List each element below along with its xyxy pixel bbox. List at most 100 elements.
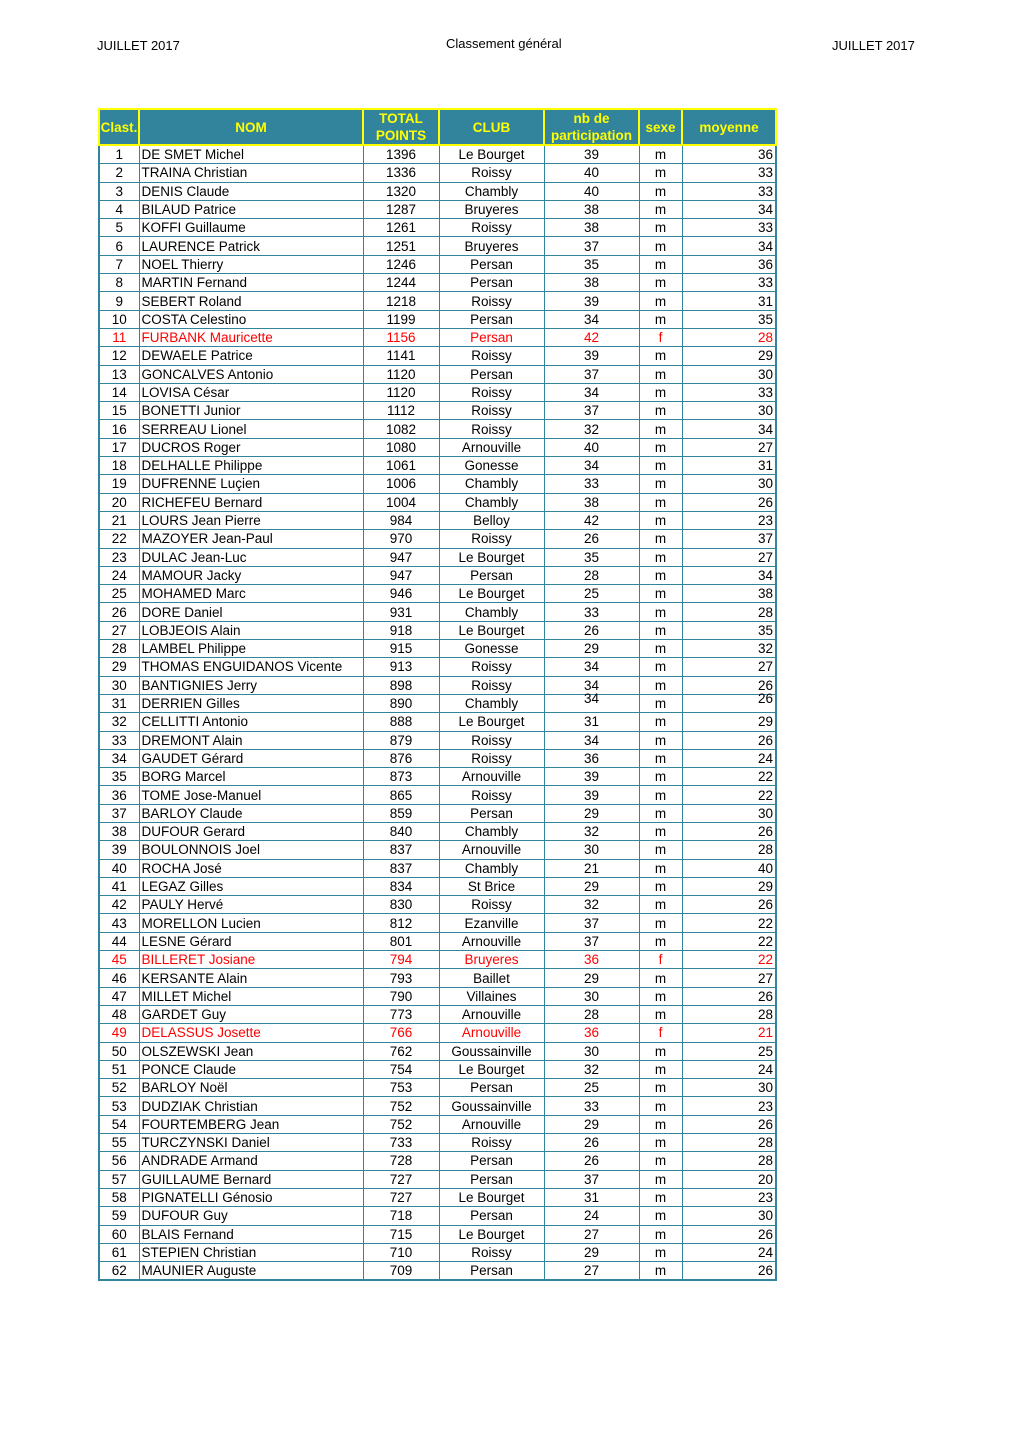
cell-name-value: MAZOYER Jean-Paul [141, 531, 273, 547]
cell-name: DUCROS Roger [138, 437, 364, 458]
cell-club: Persan [438, 1169, 545, 1189]
cell-sex: m [638, 968, 683, 988]
cell-name-value: TRAINA Christian [141, 165, 248, 181]
table-row: 9 SEBERT Roland 1218 Roissy 39 m 31 [98, 291, 777, 311]
cell-participation-value: 26 [583, 622, 600, 638]
cell-average-value: 22 [757, 769, 773, 785]
cell-points: 1141 [362, 346, 440, 366]
cell-rank-value: 21 [111, 513, 127, 529]
cell-sex-value: m [654, 805, 667, 821]
cell-club-value: Chambly [464, 860, 519, 876]
cell-club: Arnouville [438, 437, 545, 458]
cell-average-value: 27 [757, 549, 773, 565]
cell-rank: 35 [98, 767, 140, 787]
cell-sex: m [638, 346, 683, 366]
cell-points-value: 913 [389, 659, 413, 675]
cell-name: NOEL Thierry [138, 254, 364, 275]
cell-participation: 31 [543, 1187, 640, 1208]
cell-average-value: 26 [757, 1263, 773, 1279]
table-row: 21 LOURS Jean Pierre 984 Belloy 42 m 23 [98, 510, 777, 531]
cell-rank-value: 30 [111, 677, 127, 693]
page-header: JUILLET 2017 Classement général JUILLET … [0, 36, 1020, 56]
cell-sex-value: m [654, 549, 667, 565]
cell-name-value: DEWAELE Patrice [141, 348, 253, 364]
cell-participation-value: 34 [583, 732, 600, 748]
cell-participation-value: 21 [583, 860, 600, 876]
cell-name: DE SMET Michel [138, 144, 364, 165]
cell-club-value: Roissy [471, 421, 512, 437]
cell-points: 1246 [362, 254, 440, 275]
cell-rank-value: 46 [111, 970, 127, 986]
cell-club: Le Bourget [438, 620, 545, 641]
cell-club-value: Persan [470, 311, 513, 327]
cell-average: 24 [681, 1242, 777, 1263]
cell-club: Gonesse [438, 639, 545, 659]
cell-name: DUFRENNE Luçien [138, 474, 364, 494]
cell-name-value: BONETTI Junior [141, 403, 241, 419]
cell-sex-value: m [654, 1208, 667, 1224]
cell-average-value: 28 [757, 842, 773, 858]
table-row: 23 DULAC Jean-Luc 947 Le Bourget 35 m 27 [98, 547, 777, 567]
table-row: 52 BARLOY Noël 753 Persan 25 m 30 [98, 1078, 777, 1098]
cell-points-value: 898 [389, 677, 413, 693]
cell-sex-value: m [654, 970, 667, 986]
cell-rank: 50 [98, 1041, 140, 1061]
cell-club-value: Chambly [464, 824, 519, 840]
cell-sex: m [638, 712, 683, 732]
cell-average-value: 34 [757, 567, 773, 583]
cell-sex: m [638, 1096, 683, 1116]
cell-club-value: Roissy [471, 897, 512, 913]
cell-sex: m [638, 1169, 683, 1189]
cell-participation-value: 37 [583, 915, 600, 931]
table-row: 54 FOURTEMBERG Jean 752 Arnouville 29 m 26 [98, 1114, 777, 1135]
cell-name-value: FOURTEMBERG Jean [141, 1116, 280, 1132]
cell-average-value: 38 [757, 586, 773, 602]
table-row: 6 LAURENCE Patrick 1251 Bruyeres 37 m 34 [98, 236, 777, 256]
cell-name: MAUNIER Auguste [138, 1261, 364, 1282]
cell-name: PIGNATELLI Génosio [138, 1187, 364, 1208]
cell-club: Chambly [438, 474, 545, 494]
cell-sex: m [638, 986, 683, 1006]
cell-club-value: Persan [470, 1171, 513, 1187]
cell-club-value: Arnouville [461, 1116, 522, 1132]
cell-club-value: Roissy [471, 732, 512, 748]
cell-sex: m [638, 1151, 683, 1171]
cell-participation: 29 [543, 1114, 640, 1135]
cell-name-value: DELHALLE Philippe [141, 458, 263, 474]
cell-name: BANTIGNIES Jerry [138, 675, 364, 695]
cell-sex-value: m [654, 165, 667, 181]
cell-sex: m [638, 492, 683, 512]
table-row: 15 BONETTI Junior 1112 Roissy 37 m 30 [98, 401, 777, 421]
cell-club-value: Le Bourget [458, 147, 525, 163]
cell-points-value: 837 [389, 860, 413, 876]
cell-points-value: 1061 [385, 458, 417, 474]
cell-average: 32 [681, 639, 777, 659]
cell-club-value: Bruyeres [464, 238, 519, 254]
table-row: 55 TURCZYNSKI Daniel 733 Roissy 26 m 28 [98, 1133, 777, 1153]
cell-participation: 29 [543, 803, 640, 823]
cell-participation-value: 32 [583, 897, 600, 913]
cell-points-value: 946 [389, 586, 413, 602]
cell-name: COSTA Celestino [138, 309, 364, 329]
cell-rank: 10 [98, 309, 140, 329]
cell-sex: m [638, 785, 683, 805]
cell-participation: 39 [543, 767, 640, 787]
cell-sex-value: m [654, 1007, 667, 1023]
cell-club-value: Gonesse [464, 458, 519, 474]
cell-name-value: DREMONT Alain [141, 732, 243, 748]
cell-average-value: 23 [757, 1098, 773, 1114]
cell-sex-value: m [654, 439, 667, 455]
cell-participation: 39 [543, 785, 640, 805]
table-row: 11 FURBANK Mauricette 1156 Persan 42 f 28 [98, 327, 777, 348]
cell-points: 766 [362, 1023, 440, 1043]
cell-club-value: Roissy [471, 385, 512, 400]
cell-name-value: TOME Jose-Manuel [141, 787, 262, 803]
cell-name: BARLOY Noël [138, 1078, 364, 1098]
cell-name-value: BORG Marcel [141, 769, 226, 785]
cell-name: THOMAS ENGUIDANOS Vicente [138, 657, 364, 677]
cell-points-value: 1396 [385, 147, 417, 163]
cell-average: 30 [681, 1078, 777, 1098]
cell-average-value: 32 [757, 641, 773, 657]
table-row: 3 DENIS Claude 1320 Chambly 40 m 33 [98, 181, 777, 201]
cell-points: 1287 [362, 199, 440, 220]
